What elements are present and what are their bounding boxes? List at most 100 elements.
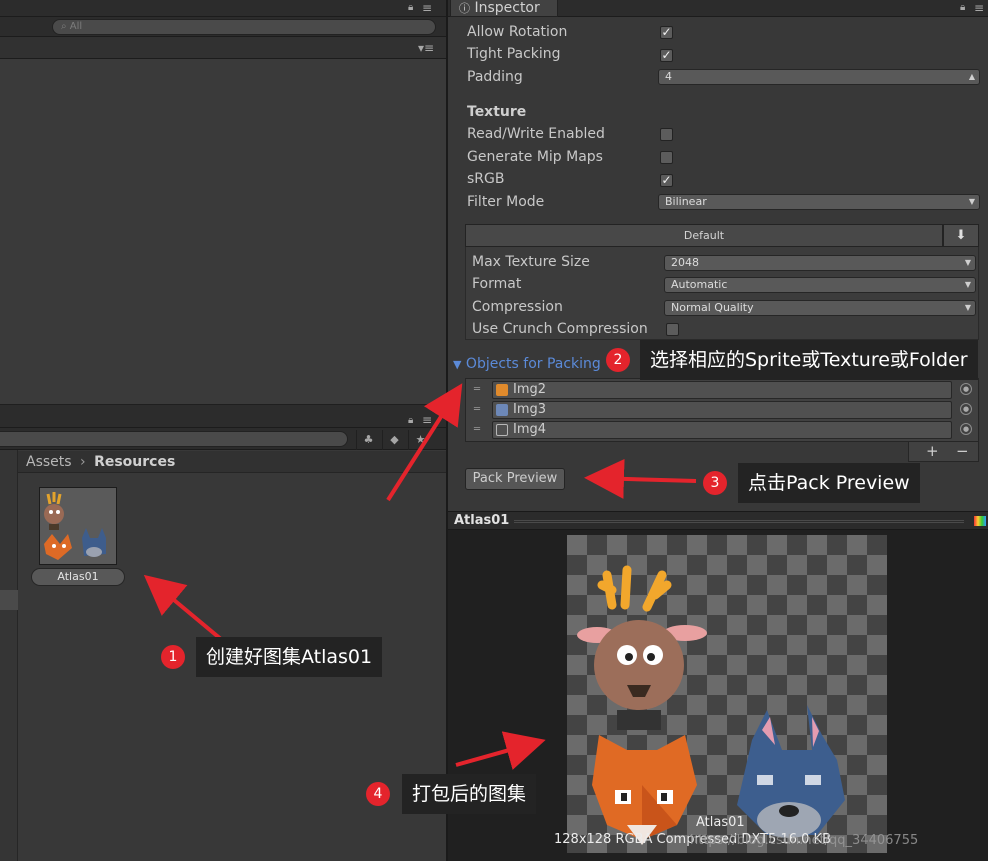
compression-label: Compression [472, 299, 563, 315]
favorite-icon[interactable]: ★ [408, 430, 432, 450]
srgb-label: sRGB [467, 171, 505, 187]
hierarchy-toolbar: ⌕ All [0, 17, 446, 37]
options-icon[interactable]: ▾≡ [418, 41, 434, 55]
tight-packing-checkbox[interactable]: ✓ [660, 49, 673, 62]
platform-tab-default[interactable]: Default [465, 224, 943, 247]
object-picker-icon[interactable]: ● [960, 423, 972, 435]
menu-icon[interactable]: ≡ [974, 1, 984, 15]
preview-header: Atlas01 [448, 511, 988, 530]
object-picker-icon[interactable]: ● [960, 403, 972, 415]
object-field-img3[interactable]: Img3 [492, 401, 952, 419]
atlas-asset-label[interactable]: Atlas01 [31, 568, 125, 586]
read-write-checkbox[interactable] [660, 128, 673, 141]
padding-value: 4 [665, 70, 672, 83]
read-write-label: Read/Write Enabled [467, 126, 605, 142]
inspector-panel: 🔒︎ ≡ ⓘ Inspector Allow Rotation ✓ Tight … [448, 0, 988, 861]
object-name: Img4 [513, 422, 547, 437]
object-picker-icon[interactable]: ● [960, 383, 972, 395]
breadcrumb: Assets › Resources [18, 451, 446, 473]
dropdown-arrow-icon: ▲ [968, 72, 975, 81]
color-channel-icon[interactable] [974, 516, 986, 526]
list-footer: + − [908, 442, 979, 462]
preview-asset-name: Atlas01 [696, 815, 745, 830]
objects-for-packing-foldout[interactable]: ▼ Objects for Packing [453, 354, 601, 375]
object-name: Img2 [513, 382, 547, 397]
pack-preview-button[interactable]: Pack Preview [465, 468, 565, 490]
crunch-compression-checkbox[interactable] [666, 323, 679, 336]
folder-tree-selected-item[interactable] [0, 590, 18, 610]
add-item-button[interactable]: + [926, 442, 939, 461]
filter-type-icon[interactable]: ♣ [356, 430, 380, 450]
mip-maps-checkbox[interactable] [660, 151, 673, 164]
objects-list: ═ Img2 ● ═ Img3 ● ═ Img4 ● [465, 378, 979, 442]
tight-packing-label: Tight Packing [467, 46, 561, 62]
left-panels: 🔒︎ ≡ ⌕ All ▾≡ 🔒︎ ≡ ♣ ◆ ★ Assets › Resour… [0, 0, 446, 861]
menu-icon[interactable]: ≡ [422, 1, 432, 15]
max-texture-size-dropdown[interactable]: 2048 ▼ [664, 255, 976, 271]
remove-item-button[interactable]: − [956, 442, 969, 461]
format-value: Automatic [671, 278, 728, 291]
filter-mode-label: Filter Mode [467, 194, 545, 210]
search-placeholder: All [69, 21, 83, 32]
dropdown-arrow-icon: ▼ [964, 303, 971, 312]
inspector-tab[interactable]: ⓘ Inspector [450, 0, 558, 17]
padding-label: Padding [467, 69, 523, 85]
preview-drag-bar[interactable] [514, 520, 964, 523]
drag-handle-icon[interactable]: ═ [470, 404, 484, 416]
srgb-checkbox[interactable]: ✓ [660, 174, 673, 187]
objects-for-packing-title: Objects for Packing [465, 356, 601, 372]
breadcrumb-resources[interactable]: Resources [94, 454, 175, 470]
drag-handle-icon[interactable]: ═ [470, 424, 484, 436]
annotation-badge-4: 4 [366, 782, 390, 806]
object-field-img2[interactable]: Img2 [492, 381, 952, 399]
download-icon[interactable]: ⬇ [943, 224, 979, 247]
fox-sprite [592, 735, 697, 845]
allow-rotation-label: Allow Rotation [467, 24, 568, 40]
menu-icon[interactable]: ≡ [422, 413, 432, 427]
project-header: 🔒︎ ≡ [0, 404, 446, 428]
filter-mode-dropdown[interactable]: Bilinear ▼ [658, 194, 980, 210]
compression-value: Normal Quality [671, 301, 754, 314]
texture-section-title: Texture [467, 104, 527, 120]
filter-label-icon[interactable]: ◆ [382, 430, 406, 450]
atlas-preview-image [567, 535, 887, 853]
breadcrumb-separator-icon: › [80, 454, 86, 470]
inspector-tab-label: Inspector [474, 0, 540, 16]
mip-maps-label: Generate Mip Maps [467, 149, 603, 165]
list-item: ═ Img4 ● [466, 420, 978, 440]
dropdown-arrow-icon: ▼ [964, 280, 971, 289]
allow-rotation-checkbox[interactable]: ✓ [660, 26, 673, 39]
deer-head [44, 504, 64, 524]
lock-icon[interactable]: 🔒︎ [408, 415, 413, 426]
fox-head [44, 534, 72, 560]
drag-handle-icon[interactable]: ═ [470, 384, 484, 396]
object-field-img4[interactable]: Img4 [492, 421, 952, 439]
padding-dropdown[interactable]: 4 ▲ [658, 69, 980, 85]
preview-title: Atlas01 [454, 513, 510, 528]
dropdown-arrow-icon: ▼ [964, 258, 971, 267]
sprite-icon [496, 404, 508, 416]
compression-dropdown[interactable]: Normal Quality ▼ [664, 300, 976, 316]
deer-antlers [46, 492, 62, 505]
info-icon: ⓘ [459, 2, 470, 15]
hierarchy-content [0, 59, 446, 404]
crunch-compression-label: Use Crunch Compression [472, 321, 648, 337]
breadcrumb-assets[interactable]: Assets [26, 454, 72, 470]
foldout-arrow-icon: ▼ [453, 358, 462, 371]
dropdown-arrow-icon: ▼ [968, 197, 975, 206]
annotation-badge-3: 3 [703, 471, 727, 495]
texture-icon [496, 424, 508, 436]
annotation-badge-2: 2 [606, 348, 630, 372]
annotation-callout-4: 打包后的图集 [402, 774, 537, 814]
annotation-callout-3: 点击Pack Preview [738, 463, 920, 503]
atlas-asset-thumbnail[interactable] [39, 487, 117, 565]
lock-icon[interactable]: 🔒︎ [960, 2, 965, 13]
lock-icon[interactable]: 🔒︎ [408, 2, 413, 13]
format-dropdown[interactable]: Automatic ▼ [664, 277, 976, 293]
deer-sprite [577, 565, 707, 730]
list-item: ═ Img3 ● [466, 400, 978, 420]
search-icon: ⌕ [61, 21, 67, 32]
hierarchy-search-input[interactable]: ⌕ All [52, 19, 436, 35]
project-search-input[interactable] [0, 431, 348, 447]
list-item: ═ Img2 ● [466, 380, 978, 400]
